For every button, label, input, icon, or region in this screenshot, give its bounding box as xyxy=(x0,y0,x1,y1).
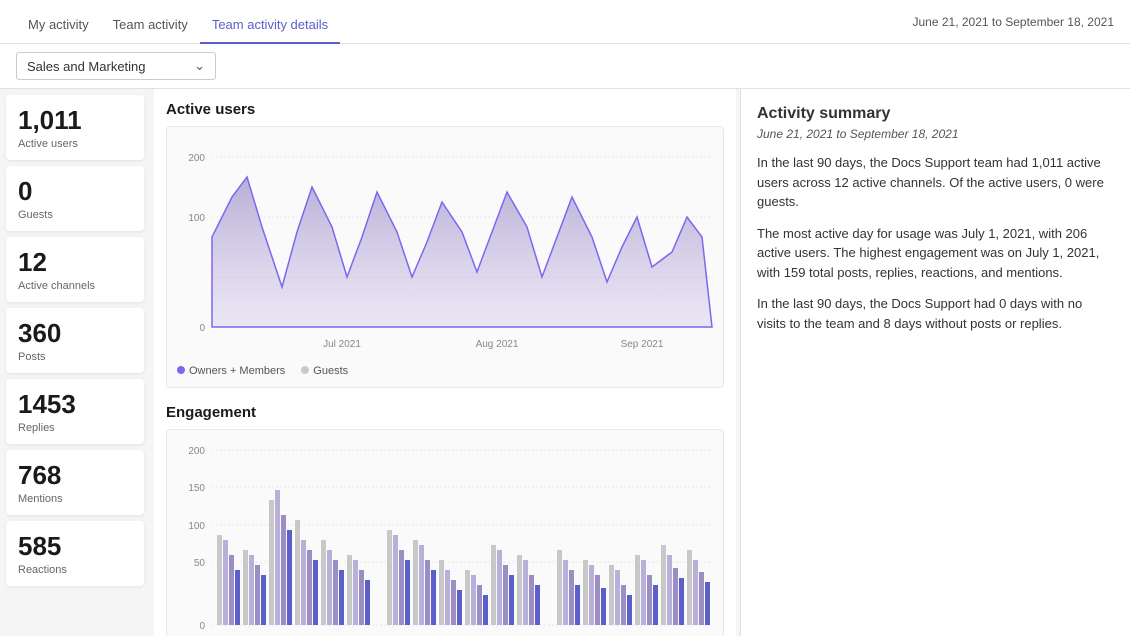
stat-value-guests: 0 xyxy=(18,176,132,207)
date-range-header: June 21, 2021 to September 18, 2021 xyxy=(913,15,1115,29)
stat-label-replies: Replies xyxy=(18,422,132,434)
tab-my-activity[interactable]: My activity xyxy=(16,7,101,44)
team-selector-value: Sales and Marketing xyxy=(27,59,146,74)
active-users-chart-section: Active users 200 100 0 xyxy=(166,101,724,388)
stat-label-mentions: Mentions xyxy=(18,493,132,505)
charts-area: Active users 200 100 0 xyxy=(154,89,736,636)
stat-card-replies: 1453 Replies xyxy=(6,379,144,444)
legend-item-owners: Owners + Members xyxy=(177,365,285,377)
svg-text:Jul 2021: Jul 2021 xyxy=(323,339,361,350)
tab-team-activity-details[interactable]: Team activity details xyxy=(200,7,340,44)
stat-card-reactions: 585 Reactions xyxy=(6,521,144,586)
stats-sidebar: 1,011 Active users 0 Guests 12 Active ch… xyxy=(0,89,150,636)
team-selector-dropdown[interactable]: Sales and Marketing ⌄ xyxy=(16,52,216,80)
stat-value-mentions: 768 xyxy=(18,460,132,491)
stat-value-replies: 1453 xyxy=(18,389,132,420)
main-content: 1,011 Active users 0 Guests 12 Active ch… xyxy=(0,89,1130,636)
svg-text:Aug 2021: Aug 2021 xyxy=(476,339,519,350)
stat-label-reactions: Reactions xyxy=(18,564,132,576)
summary-para-2: The most active day for usage was July 1… xyxy=(757,224,1114,283)
svg-text:150: 150 xyxy=(188,483,205,494)
active-users-legend: Owners + Members Guests xyxy=(177,365,713,377)
tab-team-activity[interactable]: Team activity xyxy=(101,7,200,44)
active-users-chart-container: 200 100 0 Jul 2021 Aug 2021 xyxy=(166,126,724,388)
svg-text:0: 0 xyxy=(199,621,205,632)
stat-value-reactions: 585 xyxy=(18,531,132,562)
stat-value-active-channels: 12 xyxy=(18,247,132,278)
stat-value-active-users: 1,011 xyxy=(18,105,132,136)
summary-para-3: In the last 90 days, the Docs Support ha… xyxy=(757,294,1114,333)
svg-text:50: 50 xyxy=(194,558,206,569)
stat-value-posts: 360 xyxy=(18,318,132,349)
stat-card-guests: 0 Guests xyxy=(6,166,144,231)
stat-label-posts: Posts xyxy=(18,351,132,363)
toolbar: Sales and Marketing ⌄ xyxy=(0,44,1130,89)
chevron-down-icon: ⌄ xyxy=(194,58,205,74)
stat-card-active-channels: 12 Active channels xyxy=(6,237,144,302)
summary-date: June 21, 2021 to September 18, 2021 xyxy=(757,127,1114,141)
engagement-svg: 200 150 100 50 0 xyxy=(177,440,717,636)
svg-text:0: 0 xyxy=(199,323,205,334)
engagement-chart-title: Engagement xyxy=(166,404,724,421)
stat-card-posts: 360 Posts xyxy=(6,308,144,373)
summary-para-1: In the last 90 days, the Docs Support te… xyxy=(757,153,1114,212)
activity-summary-panel: Activity summary June 21, 2021 to Septem… xyxy=(740,89,1130,636)
active-users-svg: 200 100 0 Jul 2021 Aug 2021 xyxy=(177,137,717,357)
stat-label-active-channels: Active channels xyxy=(18,280,132,292)
svg-text:200: 200 xyxy=(188,446,205,457)
svg-text:200: 200 xyxy=(188,153,205,164)
stat-card-active-users: 1,011 Active users xyxy=(6,95,144,160)
stat-card-mentions: 768 Mentions xyxy=(6,450,144,515)
engagement-chart-section: Engagement 200 150 100 50 0 xyxy=(166,404,724,636)
active-users-chart-title: Active users xyxy=(166,101,724,118)
summary-title: Activity summary xyxy=(757,105,1114,123)
stat-label-active-users: Active users xyxy=(18,138,132,150)
engagement-chart-container: 200 150 100 50 0 xyxy=(166,429,724,636)
legend-item-guests: Guests xyxy=(301,365,348,377)
svg-text:100: 100 xyxy=(188,521,205,532)
top-navigation: My activity Team activity Team activity … xyxy=(0,0,1130,44)
svg-text:Sep 2021: Sep 2021 xyxy=(621,339,664,350)
stat-label-guests: Guests xyxy=(18,209,132,221)
svg-text:100: 100 xyxy=(188,213,205,224)
